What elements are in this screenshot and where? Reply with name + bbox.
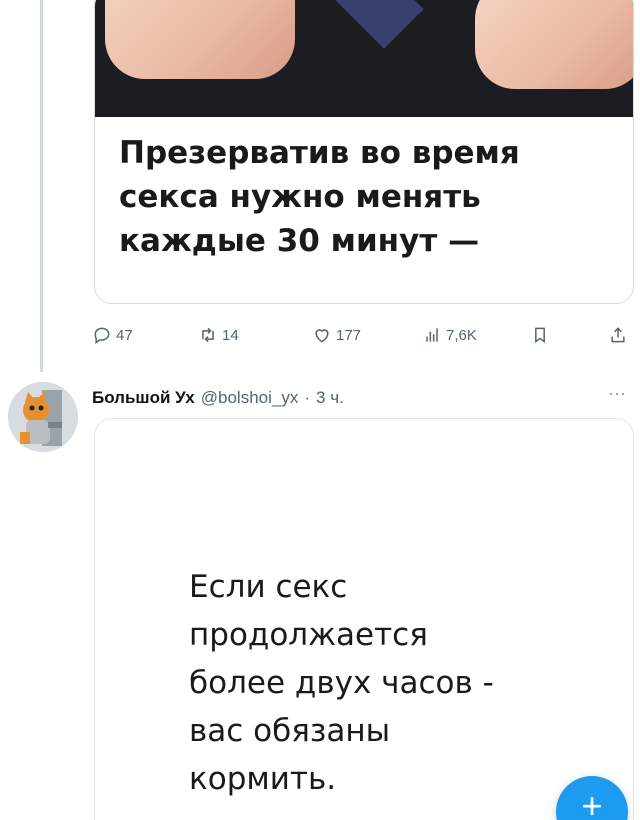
meta-separator: · — [304, 388, 311, 407]
card-text: Если секс продолжается более двух часов … — [189, 563, 609, 803]
share-button[interactable] — [608, 322, 628, 348]
bookmark-button[interactable] — [530, 322, 550, 348]
card-headline-line: секса нужно менять — [119, 179, 481, 215]
bookmark-icon — [535, 327, 545, 344]
timeline: Презерватив во время секса нужно менять … — [0, 0, 640, 820]
repost-count: 14 — [222, 326, 239, 344]
hand-right — [475, 0, 633, 89]
repost-button[interactable]: 14 — [198, 322, 239, 348]
card-text-line: продолжается — [189, 617, 428, 653]
card-text-line: более двух часов - — [189, 665, 494, 701]
reply-button[interactable]: 47 — [92, 322, 133, 348]
avatar[interactable] — [8, 382, 78, 452]
like-count: 177 — [336, 326, 362, 344]
views-button[interactable]: 7,6K — [422, 322, 477, 348]
heart-icon — [315, 329, 329, 343]
card-text-line: Если секс — [189, 569, 348, 605]
post-media-card[interactable]: Если секс продолжается более двух часов … — [94, 418, 634, 820]
card-text-line: кормить. — [189, 761, 337, 797]
card-headline-line: Презерватив во время — [119, 135, 520, 171]
tie-shape — [320, 0, 424, 49]
card-headline: Презерватив во время секса нужно менять … — [119, 131, 609, 263]
avatar-cat-cartoon-icon — [8, 382, 78, 452]
reply-count: 47 — [116, 326, 133, 344]
card-headline-line: каждые 30 минут — — [119, 223, 480, 259]
share-icon — [611, 327, 625, 343]
card-text-line: вас обязаны — [189, 713, 391, 749]
views-count: 7,6K — [446, 326, 477, 344]
post-media-card[interactable]: Презерватив во время секса нужно менять … — [94, 0, 634, 304]
hand-left — [105, 0, 295, 79]
repost-icon — [202, 327, 214, 343]
thread-connector-line — [40, 0, 43, 372]
post-photo[interactable] — [95, 0, 633, 117]
post-header: Большой Ух @bolshoi_yx · 3 ч. — [92, 386, 344, 410]
like-button[interactable]: 177 — [312, 322, 361, 348]
author-handle[interactable]: @bolshoi_yx — [201, 388, 299, 408]
more-options-button[interactable]: ··· — [602, 384, 632, 406]
reply-icon — [94, 327, 110, 344]
views-chart-icon — [426, 328, 438, 342]
author-name[interactable]: Большой Ух — [92, 388, 195, 408]
post-action-bar: 47 14 177 7,6K — [92, 322, 632, 348]
post-time[interactable]: 3 ч. — [316, 388, 344, 408]
